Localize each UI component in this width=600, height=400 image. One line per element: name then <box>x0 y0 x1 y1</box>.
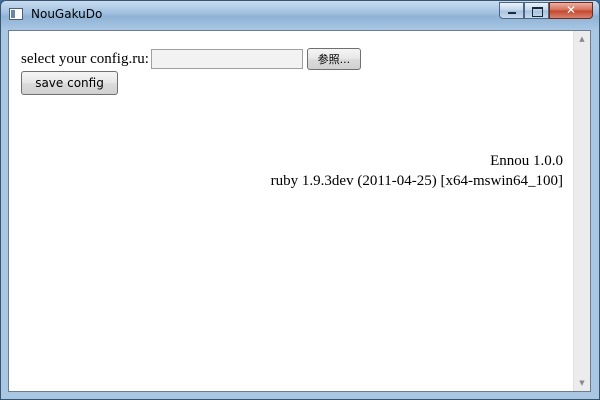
scroll-down-icon[interactable]: ▼ <box>574 375 590 391</box>
version-info: Ennou 1.0.0 ruby 1.9.3dev (2011-04-25) [… <box>271 151 563 191</box>
maximize-button[interactable] <box>524 2 549 19</box>
minimize-button[interactable] <box>499 2 524 19</box>
minimize-icon <box>508 12 516 14</box>
close-icon: ✕ <box>565 3 577 17</box>
title-bar[interactable]: NouGakuDo ✕ <box>1 1 599 29</box>
app-icon[interactable] <box>9 8 23 20</box>
app-version-text: Ennou 1.0.0 <box>490 153 563 169</box>
browse-button[interactable]: 参照... <box>306 48 361 70</box>
config-row: select your config.ru: 参照... <box>21 48 361 70</box>
vertical-scrollbar[interactable]: ▲ ▼ <box>573 31 590 391</box>
client-area: select your config.ru: 参照... save config… <box>8 30 591 392</box>
app-window: NouGakuDo ✕ select your config.ru: 参照...… <box>0 0 600 400</box>
save-config-button[interactable]: save config <box>21 71 118 95</box>
ruby-version-text: ruby 1.9.3dev (2011-04-25) [x64-mswin64_… <box>270 173 563 189</box>
config-label: select your config.ru: <box>21 50 149 67</box>
scroll-up-icon[interactable]: ▲ <box>574 31 590 47</box>
maximize-icon <box>532 7 543 17</box>
config-path-input[interactable] <box>150 49 303 69</box>
close-button[interactable]: ✕ <box>549 2 593 19</box>
window-title: NouGakuDo <box>31 7 103 21</box>
caption-buttons: ✕ <box>499 2 593 20</box>
